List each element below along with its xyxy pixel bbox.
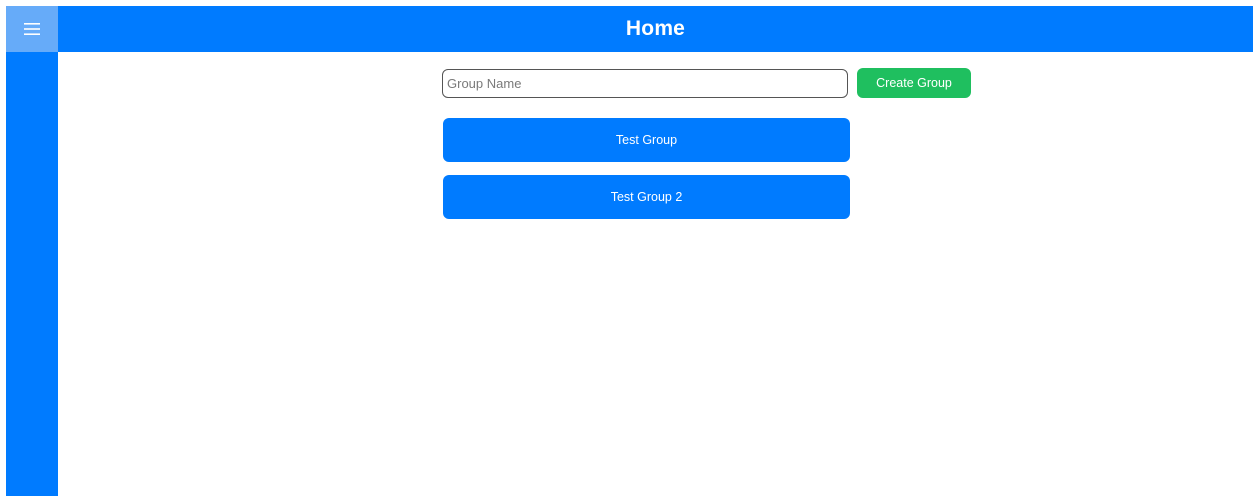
app-root: Home Create Group Test Group Test Group …: [0, 0, 1253, 496]
menu-toggle-button[interactable]: [6, 6, 58, 52]
create-group-button[interactable]: Create Group: [857, 68, 971, 98]
page-title: Home: [625, 17, 686, 40]
sidebar: [6, 6, 58, 496]
hamburger-menu-icon: [24, 23, 40, 35]
group-name-input[interactable]: [442, 69, 848, 98]
group-item-test-group[interactable]: Test Group: [443, 118, 850, 162]
group-item-test-group-2[interactable]: Test Group 2: [443, 175, 850, 219]
group-list: Test Group Test Group 2: [443, 118, 850, 232]
top-header: Home: [58, 6, 1253, 52]
